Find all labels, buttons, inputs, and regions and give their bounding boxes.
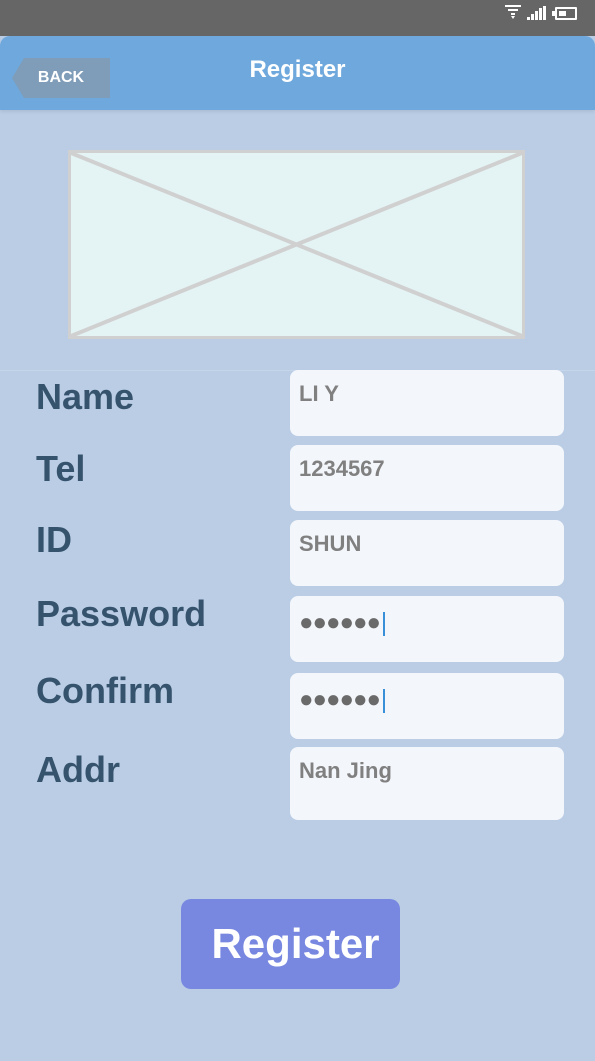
page-title: Register <box>249 56 346 83</box>
id-label: ID <box>36 519 72 560</box>
tel-label: Tel <box>36 448 86 489</box>
header-bar: BACK Register <box>0 36 595 110</box>
signal-icon <box>527 6 546 20</box>
status-bar <box>0 0 595 36</box>
placeholder-cross <box>71 153 522 336</box>
text-cursor <box>382 688 385 713</box>
name-label: Name <box>36 376 135 417</box>
image-placeholder-icon <box>68 150 525 339</box>
battery-icon <box>552 7 577 20</box>
confirm-label: Confirm <box>36 670 174 711</box>
text-cursor <box>382 611 385 636</box>
password-label: Password <box>36 593 207 634</box>
name-field[interactable]: LI Y <box>290 370 564 436</box>
id-field[interactable]: SHUN <box>290 520 564 586</box>
addr-label: Addr <box>36 749 120 790</box>
register-button[interactable]: Register <box>181 899 400 989</box>
image-area <box>0 110 595 371</box>
confirm-password-field[interactable]: ●●●●●● <box>290 673 564 739</box>
wifi-icon <box>505 5 521 19</box>
password-field[interactable]: ●●●●●● <box>290 596 564 662</box>
tel-field[interactable]: 1234567 <box>290 445 564 511</box>
phone-screen: BACK Register Name LI Y Tel 1234567 ID S… <box>0 0 595 1061</box>
address-field[interactable]: Nan Jing <box>290 747 564 820</box>
confirm-password-value: ●●●●●● <box>299 686 381 713</box>
password-value: ●●●●●● <box>299 609 381 636</box>
